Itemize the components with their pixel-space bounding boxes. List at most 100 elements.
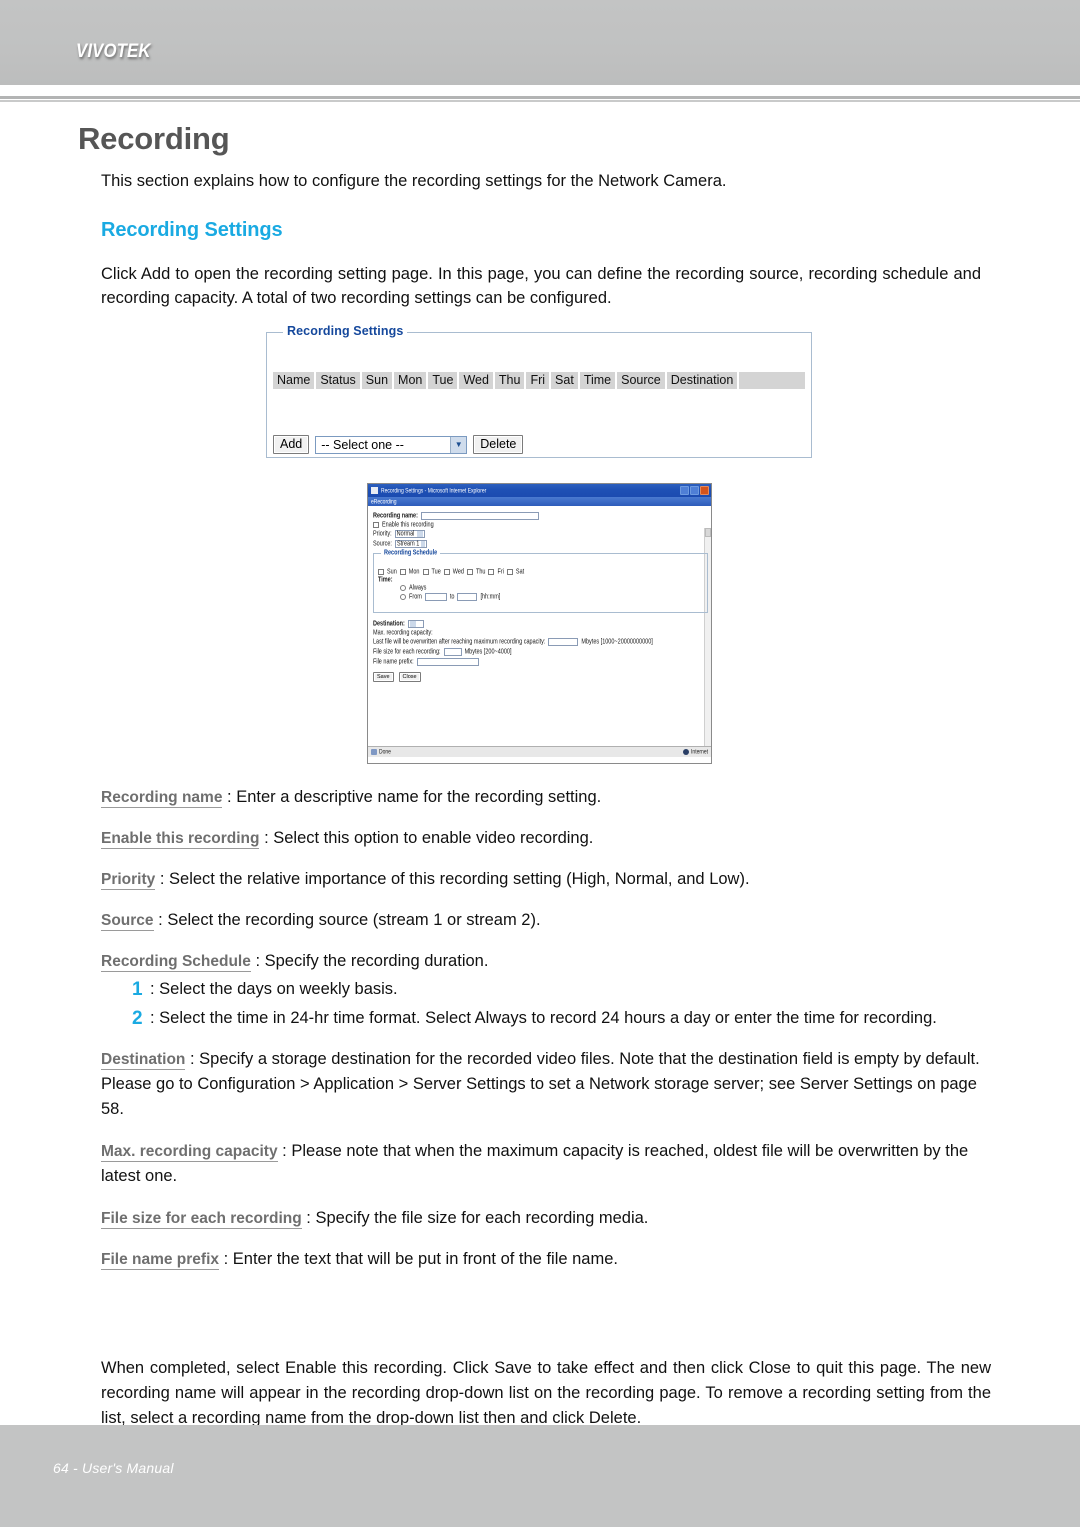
status-right-group: Internet [683, 748, 708, 756]
prefix-input[interactable] [416, 658, 479, 666]
checkbox-sun[interactable] [378, 569, 384, 575]
definition-recording-name: Recording name : Enter a descriptive nam… [101, 785, 991, 809]
scrollbar-thumb[interactable] [705, 528, 711, 537]
definition-destination: Destination : Specify a storage destinat… [101, 1047, 991, 1122]
recording-select-value: -- Select one -- [321, 437, 404, 452]
day-label-mon: Mon [408, 568, 420, 576]
to-time-input[interactable] [457, 593, 478, 601]
schedule-steps-list: 1 : Select the days on weekly basis. 2 :… [101, 977, 991, 1031]
close-button[interactable]: Close [398, 672, 421, 682]
definition-priority: Priority : Select the relative importanc… [101, 867, 991, 891]
step-text: : Select the days on weekly basis. [150, 980, 398, 998]
definition-term: Recording name [101, 789, 223, 808]
recording-name-input[interactable] [420, 512, 539, 520]
recording-schedule-legend: Recording Schedule [381, 549, 441, 557]
checkbox-wed[interactable] [443, 569, 450, 575]
priority-value: Normal [396, 530, 415, 538]
filesize-input[interactable] [443, 648, 462, 656]
column-header-sat: Sat [551, 372, 578, 389]
add-button[interactable]: Add [273, 435, 310, 454]
source-label: Source: [373, 540, 392, 548]
header-divider-top [0, 96, 1080, 99]
maximize-icon[interactable] [690, 486, 699, 495]
definition-max-recording-capacity: Max. recording capacity : Please note th… [101, 1139, 991, 1189]
filesize-row: File size for each recording: Mbytes [20… [373, 648, 711, 656]
browser-window-title: Recording Settings - Microsoft Internet … [381, 486, 487, 495]
recording-settings-controls: Add -- Select one -- ▼ Delete [273, 435, 524, 454]
column-header-wed: Wed [459, 372, 493, 389]
lead-paragraph: Click Add to open the recording setting … [101, 265, 981, 307]
definition-term: Destination [101, 1051, 186, 1070]
from-to-radio-row: From to [hh:mm] [378, 593, 703, 601]
internet-explorer-icon [371, 487, 378, 494]
filesize-unit: Mbytes [200~4000] [464, 648, 512, 656]
prefix-label: File name prefix: [373, 658, 414, 666]
day-label-fri: Fri [497, 568, 504, 576]
minimize-icon[interactable] [680, 486, 689, 495]
radio-from-to[interactable] [400, 594, 406, 600]
vivotek-logo: VIVOTEK [76, 41, 151, 62]
definition-file-size-each-recording: File size for each recording : Specify t… [101, 1206, 991, 1230]
recording-settings-panel: Recording Settings Name Status Sun Mon T… [266, 324, 812, 458]
filesize-note: File size for each recording: [373, 648, 441, 656]
definition-term: Source [101, 912, 154, 931]
step-number: 2 [132, 1008, 143, 1029]
close-icon[interactable] [700, 486, 709, 495]
priority-select[interactable]: Normal [394, 530, 425, 538]
enable-recording-row: Enable this recording [373, 521, 711, 529]
from-time-input[interactable] [424, 593, 447, 601]
chevron-down-icon [416, 531, 423, 537]
delete-button[interactable]: Delete [473, 435, 524, 454]
browser-title-bar: Recording Settings - Microsoft Internet … [368, 484, 711, 497]
chevron-down-icon: ▼ [450, 436, 467, 453]
save-button[interactable]: Save [373, 672, 394, 682]
recording-select-dropdown[interactable]: -- Select one -- ▼ [315, 435, 468, 454]
intro-paragraph: This section explains how to configure t… [101, 172, 727, 190]
source-select[interactable]: Stream 1 [394, 540, 427, 548]
browser-status-bar: Done Internet [368, 746, 711, 757]
column-header-name: Name [273, 372, 315, 389]
from-label: From [409, 593, 422, 601]
definition-term: Priority [101, 871, 156, 890]
definition-term: Recording Schedule [101, 953, 251, 972]
always-radio-row: Always [378, 584, 703, 592]
recording-schedule-fieldset: Recording Schedule Sun Mon Tue Wed Thu F… [373, 549, 708, 613]
browser-window-screenshot: Recording Settings - Microsoft Internet … [367, 483, 712, 764]
definition-term: File size for each recording [101, 1210, 302, 1229]
priority-label: Priority: [373, 530, 392, 538]
prefix-row: File name prefix: [373, 658, 711, 666]
definition-text: : Select the recording source (stream 1 … [153, 911, 541, 929]
capacity-input[interactable] [548, 638, 579, 646]
radio-always[interactable] [400, 585, 406, 591]
browser-sub-bar-label: eRecording [371, 497, 397, 506]
definition-term: Enable this recording [101, 830, 260, 849]
status-zone-text: Internet [691, 748, 708, 756]
checkbox-sat[interactable] [506, 569, 513, 575]
destination-label: Destination: [373, 620, 405, 628]
destination-select[interactable] [407, 620, 424, 628]
checkbox-mon[interactable] [399, 569, 406, 575]
enable-recording-checkbox[interactable] [373, 522, 379, 528]
recording-name-row: Recording name: [373, 512, 711, 520]
checkbox-thu[interactable] [467, 569, 473, 575]
day-label-tue: Tue [431, 568, 441, 576]
page-title: Recording [78, 121, 230, 156]
column-header-status: Status [316, 372, 360, 389]
column-header-time: Time [579, 372, 616, 389]
browser-page-body: Recording name: Enable this recording Pr… [368, 506, 711, 757]
capacity-unit: Mbytes [1000~20000000000] [581, 638, 653, 646]
definition-source: Source : Select the recording source (st… [101, 908, 991, 932]
status-left-group: Done [371, 748, 391, 756]
capacity-note-row: Last file will be overwritten after reac… [373, 638, 711, 646]
dialog-buttons-row: Save Close [373, 672, 711, 682]
max-capacity-label: Max. recording capacity: [373, 629, 433, 637]
time-label-row: Time: [378, 576, 703, 584]
checkbox-tue[interactable] [422, 569, 429, 575]
checkbox-fri[interactable] [488, 569, 495, 575]
recording-name-label: Recording name: [373, 512, 418, 520]
column-header-destination: Destination [666, 372, 738, 389]
definition-text: : Specify a storage destination for the … [101, 1050, 980, 1118]
definition-term: Max. recording capacity [101, 1143, 278, 1162]
source-value: Stream 1 [396, 540, 420, 548]
done-icon [371, 749, 377, 755]
